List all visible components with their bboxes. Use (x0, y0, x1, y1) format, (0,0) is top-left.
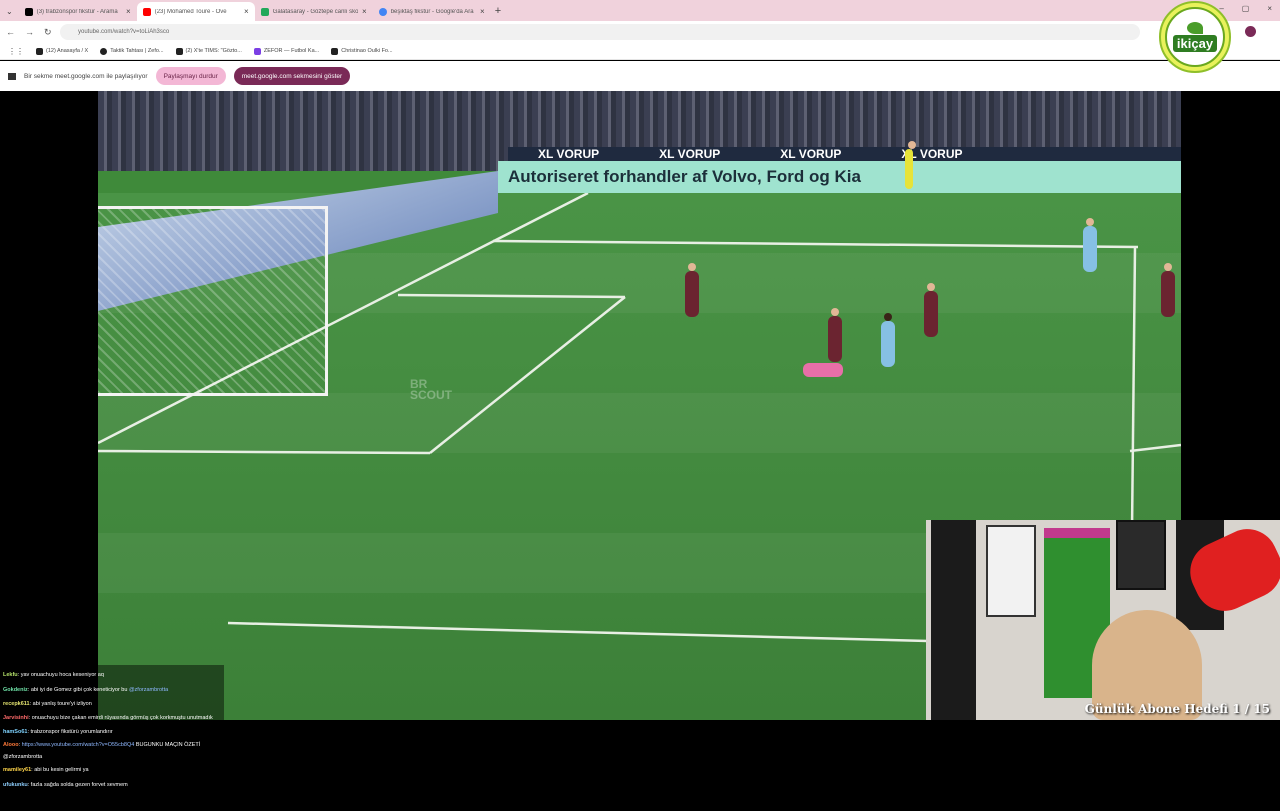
channel-logo: ikiçay (1159, 1, 1231, 73)
ad-text: XL VORUP (780, 147, 842, 161)
stop-sharing-button[interactable]: Paylaşmayı durdur (155, 67, 226, 85)
youtube-icon (142, 7, 151, 16)
back-icon[interactable]: ← (6, 27, 15, 37)
url-text: youtube.com/watch?v=toLiAh3sco (78, 29, 170, 35)
tab-2[interactable]: Galatasaray - Göztepe canlı sko × (255, 2, 373, 21)
ad-main-text: Autoriseret forhandler af Volvo, Ford og… (508, 167, 861, 186)
close-icon[interactable]: × (480, 7, 485, 16)
tab-title: (3) trabzonspor fikstür - Arama (36, 8, 118, 15)
bookmark-favicon-icon (253, 47, 261, 55)
bookmark-label: Taktik Tahtası | Zefo... (110, 48, 164, 54)
chat-message: Jarvisinhi: onuachuyu bize çakan emirdi … (3, 714, 213, 721)
bookmark-2[interactable]: (2) X'te TIMS: "Gözto... (175, 47, 242, 55)
forward-icon[interactable]: → (25, 27, 34, 37)
bookmark-label: ZEFOR — Futbol Ka... (263, 48, 320, 54)
subscriber-goal: Günlük Abone Hedefi 1 / 15 (1084, 702, 1270, 716)
watermark: BR SCOUT (410, 377, 452, 402)
tab-bar: ⌄ (3) trabzonspor fikstür - Arama × (23) … (0, 0, 1280, 21)
chat-message: recepk611: abi yanlış toure'yi izliyon (3, 701, 92, 707)
show-meet-tab-button[interactable]: meet.google.com sekmesini göster (233, 67, 351, 85)
tab-1[interactable]: (23) Mohamed Toure - Ove × (136, 2, 255, 21)
profile-icon[interactable] (1245, 26, 1256, 37)
apps-icon[interactable]: ⋮⋮ (8, 47, 24, 56)
player (1161, 263, 1175, 317)
close-window-icon[interactable]: × (1267, 4, 1272, 13)
ad-board-top: XL VORUP XL VORUP XL VORUP XL VORUP (508, 147, 1181, 161)
x-icon (175, 47, 183, 55)
tab-search-icon[interactable]: ⌄ (6, 7, 13, 16)
x-icon (24, 7, 33, 16)
reload-icon[interactable]: ↻ (44, 27, 52, 38)
goal-net (98, 206, 328, 396)
window-controls: – ▢ × (1219, 4, 1272, 13)
whiteboard (986, 525, 1036, 617)
tab-title: Galatasaray - Göztepe canlı sko (272, 8, 359, 15)
player (924, 283, 938, 337)
new-tab-button[interactable]: + (495, 5, 501, 17)
tab-title: (23) Mohamed Toure - Ove (154, 8, 227, 15)
player (881, 313, 895, 367)
ad-text: XL VORUP (659, 147, 721, 161)
bookmark-favicon-icon (331, 47, 339, 55)
address-toolbar: ← → ↻ youtube.com/watch?v=toLiAh3sco (0, 21, 1280, 43)
player (828, 308, 842, 362)
chat-message: hamSo61: trabzonspor fikstürü yorumlandı… (3, 728, 113, 735)
chat-message: Lekfu: yav onuachuyu hoca keseniyor aq (3, 672, 104, 678)
bookmark-favicon-icon (100, 47, 108, 55)
referee (905, 141, 916, 189)
google-icon (378, 7, 387, 16)
x-icon (36, 47, 43, 55)
tab-3[interactable]: beşiktaş fikstür - Google'da Ara × (373, 2, 491, 21)
address-input[interactable]: youtube.com/watch?v=toLiAh3sco (60, 24, 1140, 40)
bookmark-0[interactable]: (12) Anasayfa / X (36, 47, 89, 55)
logo-text: ikiçay (1172, 35, 1218, 52)
close-icon[interactable]: × (126, 7, 131, 16)
bookmark-1[interactable]: Taktik Tahtası | Zefo... (100, 47, 164, 55)
close-icon[interactable]: × (362, 7, 367, 16)
close-icon[interactable]: × (244, 7, 249, 16)
maximize-icon[interactable]: ▢ (1242, 4, 1250, 13)
bookmarks-bar: ⋮⋮ (12) Anasayfa / X Taktik Tahtası | Ze… (0, 43, 1280, 60)
bookmark-label: (12) Anasayfa / X (46, 48, 89, 54)
goalkeeper (803, 363, 843, 377)
bookmark-label: Christinao Oulki Fo... (341, 48, 393, 54)
webcam-overlay: Günlük Abone Hedefi 1 / 15 (926, 520, 1280, 720)
chat-message: ufukunku: fazla sağda solda gezen forvet… (3, 781, 128, 788)
tab-title: beşiktaş fikstür - Google'da Ara (390, 8, 474, 15)
player (1083, 218, 1097, 272)
leaf-icon (1187, 22, 1203, 34)
ad-text: XL VORUP (538, 147, 600, 161)
player (685, 263, 699, 317)
tab-share-bar: Bir sekme meet.google.com ile paylaşılıy… (0, 61, 1280, 91)
sheet-icon (260, 7, 269, 16)
chat-overlay: Lekfu: yav onuachuyu hoca keseniyor aq G… (0, 665, 224, 811)
bookmark-4[interactable]: Christinao Oulki Fo... (331, 47, 393, 55)
bookmark-3[interactable]: ZEFOR — Futbol Ka... (253, 47, 320, 55)
share-text: Bir sekme meet.google.com ile paylaşılıy… (24, 72, 148, 80)
chat-message: Alooo: https://www.youtube.com/watch?v=O… (3, 742, 201, 760)
chat-message: Gokdeniz: abi iyi de Gomez gibi çok kene… (3, 686, 169, 693)
share-screen-icon (8, 72, 16, 80)
tab-0[interactable]: (3) trabzonspor fikstür - Arama × (19, 2, 137, 21)
chat-message: mamiley61: abi bu kesin gelirmi ya (3, 767, 89, 773)
ad-board-main: Autoriseret forhandler af Volvo, Ford og… (498, 161, 1181, 193)
bookmark-label: (2) X'te TIMS: "Gözto... (185, 48, 242, 54)
